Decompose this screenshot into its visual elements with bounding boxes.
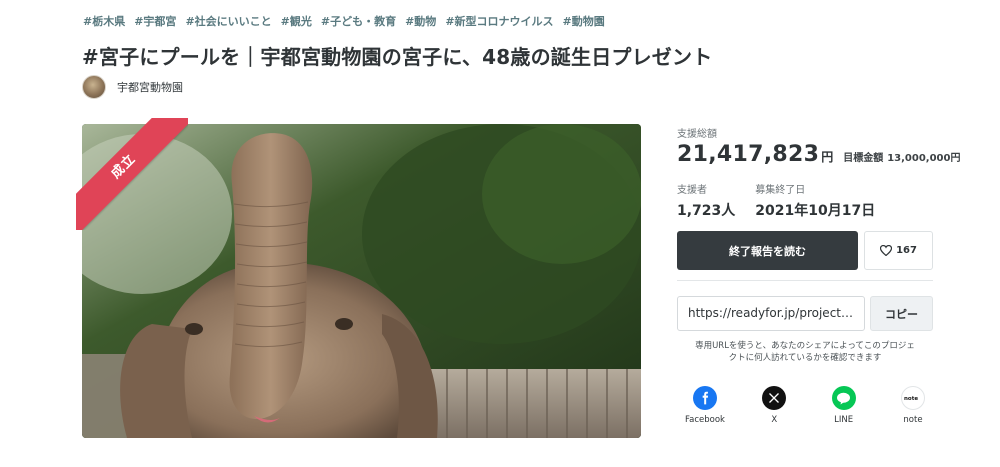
supporters-stat: 支援者 1,723人 (677, 181, 735, 220)
total-label: 支援総額 (677, 129, 717, 140)
share-label: note (903, 415, 923, 425)
end-date: 2021年10月17日 (755, 203, 876, 219)
x-icon[interactable] (762, 386, 787, 410)
owner-avatar[interactable] (82, 75, 106, 99)
tag-link[interactable]: #動物 (405, 13, 436, 29)
share-x[interactable]: X (754, 386, 794, 425)
share-note[interactable]: note note (893, 386, 933, 425)
share-url-note: 専用URLを使うと、あなたのシェアによってこのプロジェ クトに何人訪れているかを… (677, 340, 933, 364)
goal-label: 目標金額 (843, 153, 884, 164)
line-icon[interactable] (831, 386, 856, 410)
share-label: Facebook (685, 415, 725, 425)
divider (677, 280, 933, 281)
share-label: LINE (834, 415, 854, 425)
page-title: #宮子にプールを｜宇都宮動物園の宮子に、48歳の誕生日プレゼント (82, 45, 713, 69)
tag-link[interactable]: #栃木県 (83, 13, 125, 29)
supporters-count: 1,723人 (677, 203, 736, 219)
like-button[interactable]: 167 (864, 231, 933, 270)
tag-link[interactable]: #子ども・教育 (321, 13, 396, 29)
total-unit: 円 (821, 150, 834, 164)
tag-link[interactable]: #社会にいいこと (185, 13, 271, 29)
goal-amount: 13,000,000円 (887, 153, 961, 164)
stats-row: 支援者 1,723人 募集終了日 2021年10月17日 (677, 181, 875, 220)
status-ribbon: 成立 (76, 118, 188, 230)
end-date-label: 募集終了日 (755, 185, 806, 196)
facebook-icon[interactable] (693, 386, 717, 410)
end-date-stat: 募集終了日 2021年10月17日 (755, 181, 875, 220)
copy-button[interactable]: コピー (870, 296, 933, 331)
total-amount-row: 21,417,823 円 目標金額 13,000,000円 (677, 142, 960, 167)
share-url-note-line: クトに何人訪れているかを確認できます (728, 353, 882, 363)
note-icon[interactable]: note (900, 386, 925, 410)
total-amount: 21,417,823 (677, 142, 820, 167)
supporters-label: 支援者 (677, 185, 707, 196)
share-url-field[interactable]: https://readyfor.jp/projects/... (677, 296, 865, 331)
tag-list: #栃木県 #宇都宮 #社会にいいこと #観光 #子ども・教育 #動物 #新型コロ… (83, 13, 605, 29)
owner-name[interactable]: 宇都宮動物園 (117, 79, 183, 95)
svg-text:note: note (904, 396, 918, 402)
share-line[interactable]: LINE (824, 386, 864, 425)
tag-link[interactable]: #動物園 (563, 13, 605, 29)
project-owner[interactable]: 宇都宮動物園 (82, 75, 183, 99)
tag-link[interactable]: #新型コロナウイルス (445, 13, 553, 29)
tag-link[interactable]: #観光 (281, 13, 312, 29)
share-url-note-line: 専用URLを使うと、あなたのシェアによってこのプロジェ (695, 341, 915, 351)
heart-icon (880, 245, 893, 256)
read-report-button[interactable]: 終了報告を読む (677, 231, 858, 270)
like-count: 167 (896, 245, 917, 256)
share-buttons: Facebook X LINE note note (685, 386, 933, 425)
success-badge: 成立 (76, 118, 188, 230)
tag-link[interactable]: #宇都宮 (134, 13, 176, 29)
share-facebook[interactable]: Facebook (685, 386, 725, 425)
share-label: X (771, 415, 778, 425)
